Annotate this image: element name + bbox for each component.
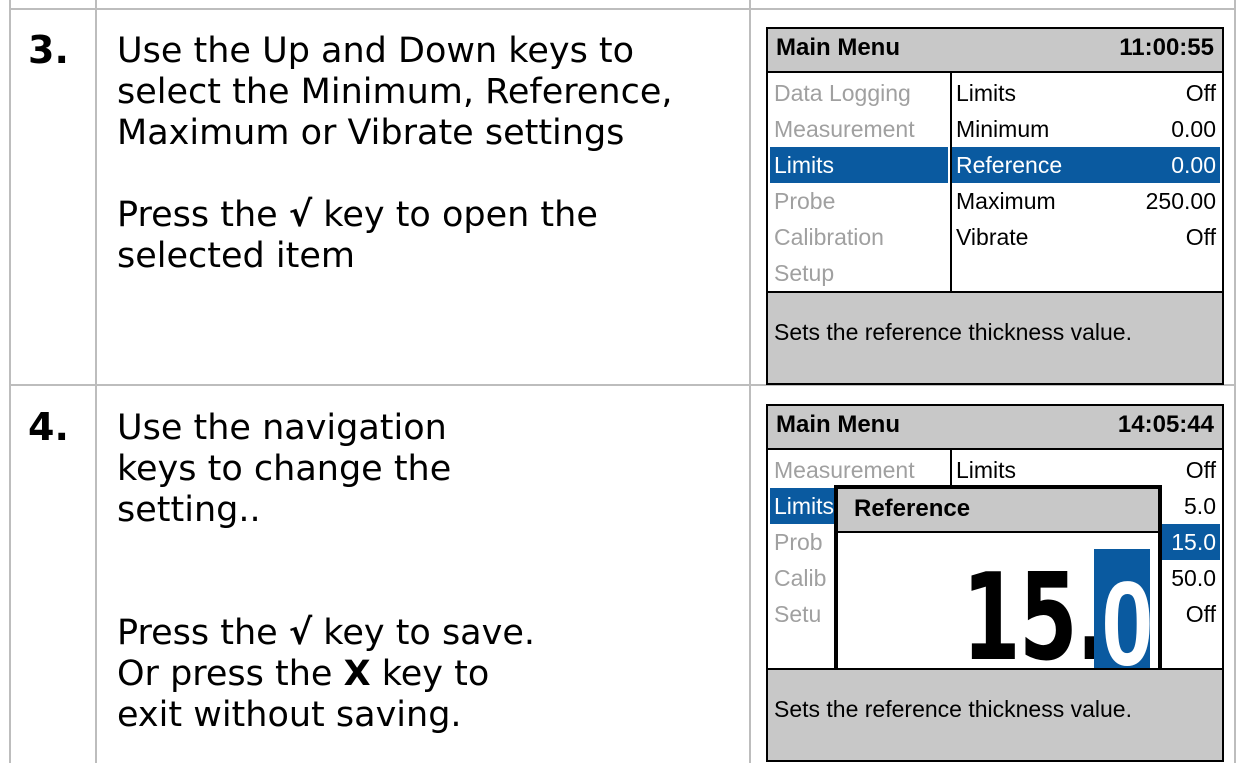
device-screen-edit: Main Menu 14:05:44 Measurement Limits Pr…: [766, 404, 1224, 762]
setting-row-vibrate[interactable]: Vibrate Off: [952, 219, 1220, 255]
step-text-line: Use the navigation keys to change the se…: [117, 408, 452, 530]
text: key to save.: [312, 613, 536, 653]
step-text-line: Press the √ key to open the selected ite…: [117, 195, 727, 277]
table-border-left: [9, 0, 11, 763]
table-border-right: [1234, 0, 1236, 763]
check-icon: √: [288, 195, 313, 235]
screen-header: Main Menu 14:05:44: [768, 406, 1222, 450]
dialog-header: Reference: [838, 489, 1158, 533]
setting-value: 15.0: [1171, 529, 1216, 555]
setting-value: 0.00: [1171, 152, 1216, 178]
setting-value: Off: [1185, 601, 1216, 627]
setting-row-limits[interactable]: Limits Off: [952, 75, 1220, 111]
screen-clock: 14:05:44: [1117, 411, 1214, 438]
help-text: Sets the reference thickness value.: [774, 696, 1132, 722]
setting-row-limits[interactable]: Limits Off: [952, 452, 1220, 488]
setting-label: Limits: [956, 80, 1017, 106]
step-instructions: Use the Up and Down keys to select the M…: [117, 31, 727, 277]
setting-label: Maximum: [956, 188, 1056, 214]
step-number: 4.: [28, 405, 69, 449]
setting-label: Reference: [956, 152, 1063, 178]
setting-label: Vibrate: [956, 224, 1029, 250]
setting-label: Limits: [956, 457, 1017, 483]
table-border-middle: [749, 0, 751, 763]
step-text-line: Or press the X key to exit without savin…: [117, 654, 557, 736]
setting-value: Off: [1185, 224, 1216, 250]
setting-value: 5.0: [1184, 493, 1216, 519]
table-border-number: [95, 0, 97, 763]
menu-item-setup[interactable]: Setup: [770, 255, 948, 291]
step-number: 3.: [28, 28, 69, 72]
text: Press the: [117, 195, 289, 235]
screen-clock: 11:00:55: [1119, 34, 1214, 61]
table-border-top: [9, 8, 1236, 10]
setting-value: 0.00: [1171, 116, 1216, 142]
menu-item-data-logging[interactable]: Data Logging: [770, 75, 948, 111]
screen-help-bar: Sets the reference thickness value.: [768, 291, 1222, 383]
setting-value: Off: [1185, 457, 1216, 483]
step-text-line: Press the √ key to save.: [117, 613, 727, 654]
setting-row-reference[interactable]: 15.0: [1156, 524, 1220, 560]
screen-help-bar: Sets the reference thickness value.: [768, 668, 1222, 760]
setting-value: 250.00: [1145, 188, 1216, 214]
step-instructions: Use the navigation keys to change the se…: [117, 408, 727, 736]
menu-item-limits[interactable]: Limits: [770, 147, 948, 183]
screen-header: Main Menu 11:00:55: [768, 29, 1222, 73]
dialog-title: Reference: [854, 495, 971, 522]
screen-title: Main Menu: [776, 411, 900, 438]
menu-item-probe[interactable]: Probe: [770, 183, 948, 219]
setting-value: 50.0: [1171, 565, 1216, 591]
menu-item-calibration[interactable]: Calibration: [770, 219, 948, 255]
step-text-line: Use the Up and Down keys to select the M…: [117, 31, 673, 153]
help-text: Sets the reference thickness value.: [774, 319, 1132, 345]
x-key-icon: X: [343, 654, 371, 694]
menu-item-measurement[interactable]: Measurement: [770, 111, 948, 147]
screen-title: Main Menu: [776, 34, 900, 61]
setting-row-minimum[interactable]: Minimum 0.00: [952, 111, 1220, 147]
setting-value: Off: [1185, 80, 1216, 106]
text: Or press the: [117, 654, 344, 694]
setting-row-reference[interactable]: Reference 0.00: [952, 147, 1220, 183]
check-icon: √: [288, 613, 313, 653]
device-screen-menu: Main Menu 11:00:55 Data Logging Measurem…: [766, 27, 1224, 385]
text: Press the: [117, 613, 289, 653]
setting-row-maximum[interactable]: Maximum 250.00: [952, 183, 1220, 219]
menu-item-measurement[interactable]: Measurement: [770, 452, 948, 488]
setting-label: Minimum: [956, 116, 1050, 142]
